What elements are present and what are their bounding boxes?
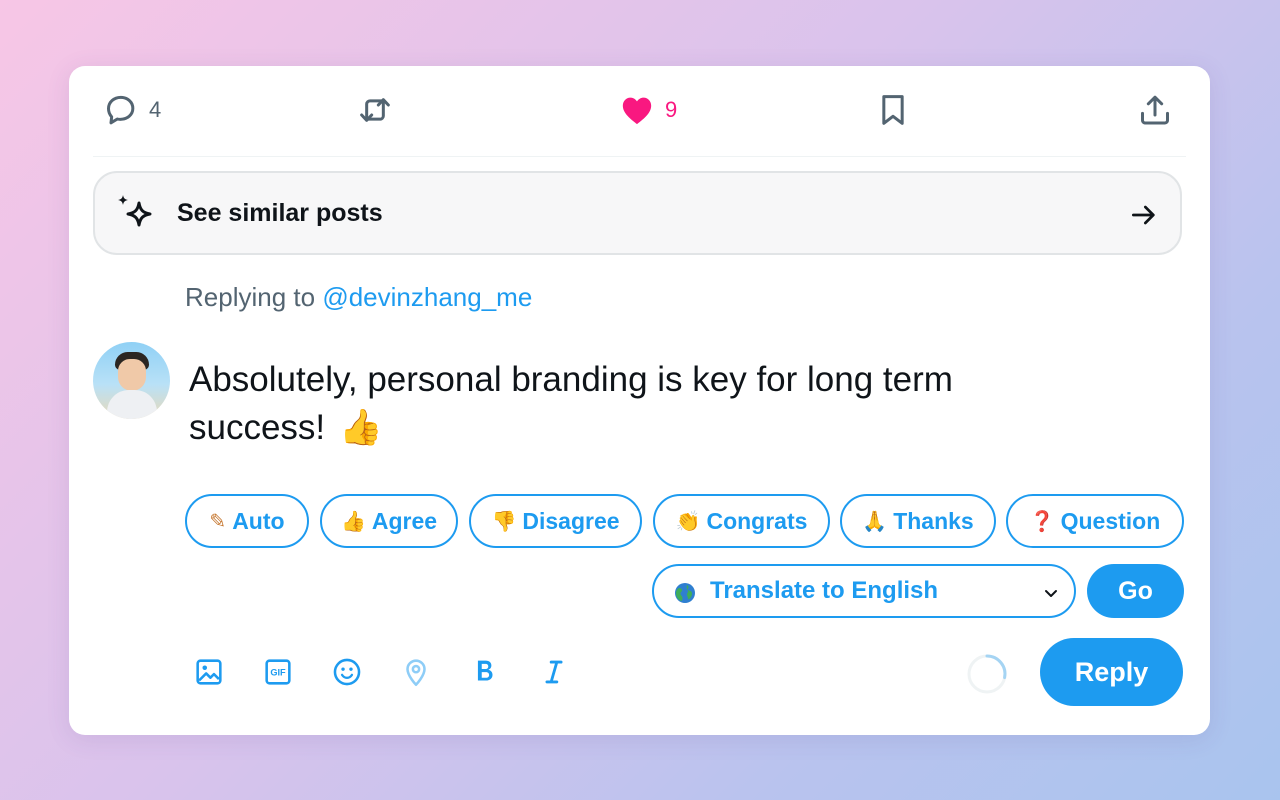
reply-button[interactable]: Reply — [1040, 638, 1183, 706]
tweet-actions-bar: 4 9 — [93, 80, 1186, 157]
reply-action[interactable]: 4 — [101, 90, 161, 130]
chip-thanks[interactable]: 🙏 Thanks — [840, 494, 996, 548]
translate-select[interactable]: Translate to English — [652, 564, 1076, 618]
see-similar-posts-button[interactable]: See similar posts — [93, 171, 1182, 255]
chip-agree[interactable]: 👍 Agree — [320, 494, 458, 548]
character-count-ring — [967, 654, 1007, 694]
replying-to-line: Replying to @devinzhang_me — [185, 282, 532, 313]
clapping-hands-icon: 👏 — [675, 509, 701, 533]
replying-to-prefix: Replying to — [185, 282, 323, 312]
bookmark-icon — [882, 95, 904, 125]
chip-auto[interactable]: ✎ Auto — [185, 494, 309, 548]
chip-agree-label: Agree — [371, 507, 438, 534]
heart-icon — [622, 97, 652, 125]
globe-icon — [675, 583, 695, 603]
comment-icon — [107, 95, 135, 125]
thumbs-down-icon: 👎 — [491, 509, 517, 533]
chip-disagree[interactable]: 👎 Disagree — [469, 494, 642, 548]
like-count: 9 — [665, 97, 678, 122]
add-emoji-button[interactable] — [325, 650, 369, 694]
add-gif-button[interactable]: GIF — [256, 650, 300, 694]
avatar[interactable] — [93, 342, 170, 419]
gif-icon: GIF — [265, 659, 291, 685]
svg-text:GIF: GIF — [270, 668, 286, 678]
bookmark-action[interactable] — [873, 90, 913, 130]
folded-hands-icon: 🙏 — [862, 509, 888, 533]
emoji-icon — [333, 658, 361, 686]
bold-button[interactable] — [463, 650, 507, 694]
add-image-button[interactable] — [187, 650, 231, 694]
chip-congrats[interactable]: 👏 Congrats — [653, 494, 830, 548]
arrow-right-icon — [1132, 205, 1155, 225]
italic-button[interactable] — [532, 650, 576, 694]
image-icon — [196, 659, 222, 685]
repost-icon — [360, 98, 390, 122]
translate-selected-value: Translate to English — [710, 577, 939, 604]
see-similar-posts-label: See similar posts — [177, 198, 383, 227]
reply-text: Absolutely, personal branding is key for… — [189, 360, 953, 447]
reply-card: 4 9 See similar posts Replying to @devin… — [69, 66, 1210, 735]
chip-question-label: Question — [1060, 507, 1161, 534]
like-action[interactable]: 9 — [617, 90, 677, 130]
thumbs-up-emoji: 👍 — [339, 408, 383, 448]
thumbs-up-icon: 👍 — [340, 509, 366, 533]
italic-icon — [545, 660, 563, 684]
go-button[interactable]: Go — [1087, 564, 1184, 618]
repost-action[interactable] — [355, 90, 395, 130]
quill-icon: ✎ — [209, 509, 227, 533]
question-mark-icon: ❓ — [1029, 509, 1055, 533]
sparkle-icon — [118, 195, 152, 227]
share-action[interactable] — [1135, 90, 1175, 130]
chip-auto-label: Auto — [232, 507, 285, 534]
reply-count: 4 — [149, 97, 162, 122]
add-location-button[interactable] — [394, 650, 438, 694]
chip-congrats-label: Congrats — [706, 507, 808, 534]
bold-icon — [477, 660, 493, 681]
replying-to-handle[interactable]: @devinzhang_me — [322, 282, 532, 312]
chip-question[interactable]: ❓ Question — [1006, 494, 1184, 548]
chevron-down-icon — [1045, 590, 1057, 597]
reply-text-editor[interactable]: Absolutely, personal branding is key for… — [189, 356, 1089, 452]
share-icon — [1141, 95, 1169, 125]
chip-disagree-label: Disagree — [522, 507, 620, 534]
location-icon — [406, 659, 426, 687]
chip-thanks-label: Thanks — [893, 507, 974, 534]
